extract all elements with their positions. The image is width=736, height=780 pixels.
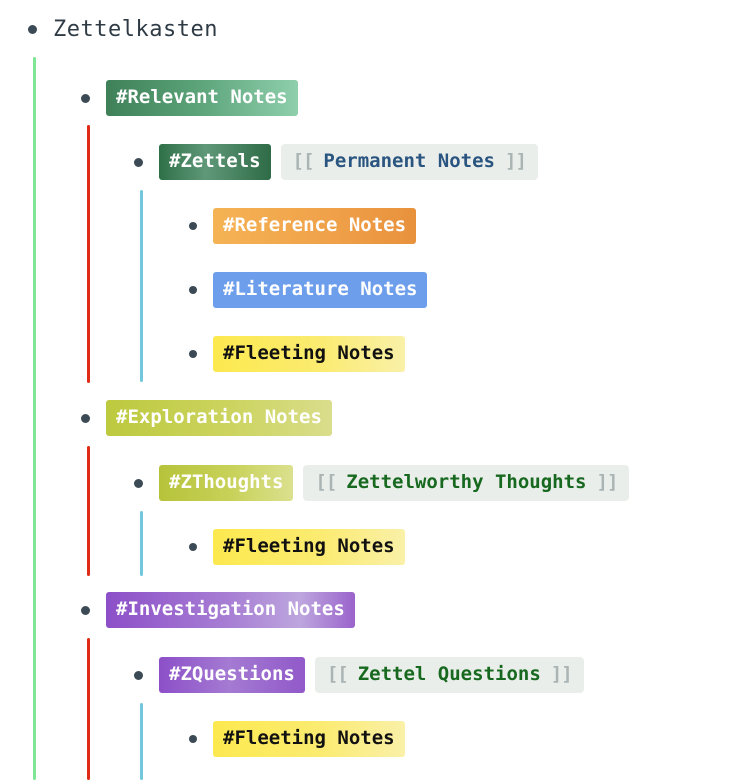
wikilink-close-bracket: ]] xyxy=(550,663,573,685)
tag-reference-notes[interactable]: #Reference Notes xyxy=(213,208,417,244)
rail-investigation xyxy=(87,638,90,780)
outline-item-reference-notes[interactable]: #Reference Notes xyxy=(189,208,417,244)
bullet-icon xyxy=(134,157,143,167)
bullet-icon xyxy=(134,478,143,488)
bullet-icon xyxy=(189,543,197,551)
tag-zettels[interactable]: #Zettels xyxy=(159,144,271,180)
tag-zquestions[interactable]: #ZQuestions xyxy=(159,657,305,693)
rail-zquestions xyxy=(140,703,143,780)
rail-root xyxy=(33,57,36,780)
root-title: Zettelkasten xyxy=(53,17,218,42)
wikilink-open-bracket: [[ xyxy=(292,150,315,172)
outline-item-zettelkasten[interactable]: Zettelkasten xyxy=(28,17,218,42)
wikilink-zettelworthy-thoughts[interactable]: [[Zettelworthy Thoughts]] xyxy=(303,465,630,501)
outline-item-literature-notes[interactable]: #Literature Notes xyxy=(189,272,428,308)
outline-item-fleeting-notes-2[interactable]: #Fleeting Notes xyxy=(189,529,405,565)
bullet-icon xyxy=(189,350,197,358)
tag-relevant-notes[interactable]: #Relevant Notes xyxy=(106,80,298,116)
rail-zettels xyxy=(140,190,143,382)
outline-item-zettels[interactable]: #Zettels [[Permanent Notes]] xyxy=(134,144,538,180)
bullet-icon xyxy=(189,735,197,743)
wikilink-label[interactable]: Zettel Questions xyxy=(348,663,551,685)
tag-fleeting-notes[interactable]: #Fleeting Notes xyxy=(213,336,405,372)
wikilink-open-bracket: [[ xyxy=(315,471,337,493)
bullet-icon xyxy=(28,25,37,34)
wikilink-open-bracket: [[ xyxy=(326,663,349,685)
wikilink-label[interactable]: Zettelworthy Thoughts xyxy=(336,471,596,493)
rail-zthoughts xyxy=(140,511,143,576)
outline-item-zthoughts[interactable]: #ZThoughts [[Zettelworthy Thoughts]] xyxy=(134,465,630,501)
bullet-icon xyxy=(81,93,90,103)
tag-fleeting-notes[interactable]: #Fleeting Notes xyxy=(213,721,405,757)
rail-exploration xyxy=(87,446,90,576)
rail-relevant xyxy=(87,125,90,383)
bullet-icon xyxy=(189,286,197,294)
outline-item-fleeting-notes-1[interactable]: #Fleeting Notes xyxy=(189,336,405,372)
outline-canvas: Zettelkasten #Relevant Notes #Zettels [[… xyxy=(0,0,736,780)
bullet-icon xyxy=(81,605,90,615)
tag-fleeting-notes[interactable]: #Fleeting Notes xyxy=(213,529,405,565)
bullet-icon xyxy=(81,413,90,423)
bullet-icon xyxy=(189,222,197,230)
wikilink-close-bracket: ]] xyxy=(505,150,527,172)
outline-item-fleeting-notes-3[interactable]: #Fleeting Notes xyxy=(189,721,405,757)
outline-item-investigation-notes[interactable]: #Investigation Notes xyxy=(81,592,355,628)
wikilink-zettel-questions[interactable]: [[Zettel Questions]] xyxy=(314,657,584,693)
wikilink-label[interactable]: Permanent Notes xyxy=(313,150,505,172)
wikilink-close-bracket: ]] xyxy=(596,471,619,493)
bullet-icon xyxy=(134,670,143,680)
tag-investigation-notes[interactable]: #Investigation Notes xyxy=(106,592,355,628)
wikilink-permanent-notes[interactable]: [[Permanent Notes]] xyxy=(280,144,538,180)
tag-literature-notes[interactable]: #Literature Notes xyxy=(213,272,428,308)
tag-exploration-notes[interactable]: #Exploration Notes xyxy=(106,400,332,436)
outline-item-exploration-notes[interactable]: #Exploration Notes xyxy=(81,400,332,436)
tag-zthoughts[interactable]: #ZThoughts xyxy=(159,465,294,501)
outline-item-zquestions[interactable]: #ZQuestions [[Zettel Questions]] xyxy=(134,657,584,693)
outline-item-relevant-notes[interactable]: #Relevant Notes xyxy=(81,80,298,116)
